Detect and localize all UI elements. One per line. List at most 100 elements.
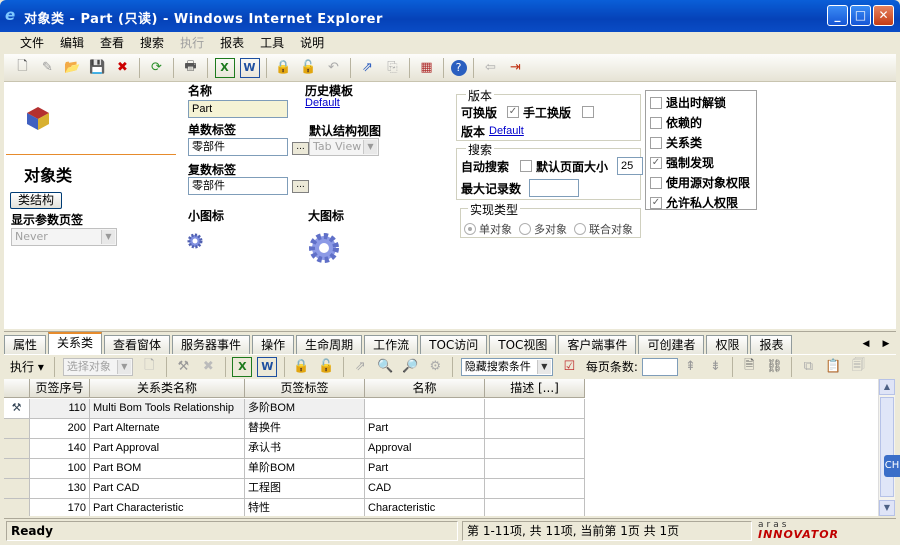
login-icon[interactable]: ⇦ [481, 58, 501, 78]
rel-word-icon[interactable]: W [257, 356, 278, 377]
pick-object-select[interactable]: 选择对象 ▼ [62, 357, 133, 376]
menu-view[interactable]: 查看 [92, 32, 132, 54]
option-unlock-on-logout[interactable]: 退出时解锁 [650, 93, 750, 113]
refresh-icon[interactable]: ⟳ [147, 58, 167, 78]
scroll-thumb[interactable] [880, 397, 894, 497]
grid-scrollbar[interactable]: ▲ ▼ [878, 379, 895, 516]
col-reltype-name[interactable]: 关系类名称 [90, 379, 245, 398]
logout-icon[interactable]: ⇥ [506, 58, 526, 78]
relationship-checkbox[interactable] [650, 137, 662, 149]
auto-search-checkbox[interactable] [520, 160, 532, 172]
col-name[interactable]: 名称 [365, 379, 485, 398]
open-icon[interactable]: 📂 [63, 58, 83, 78]
lock-icon[interactable]: 🔒 [274, 58, 294, 78]
rel-lock-icon[interactable]: 🔒 [291, 357, 311, 377]
where-used-icon[interactable]: ▦ [417, 58, 437, 78]
menu-edit[interactable]: 编辑 [52, 32, 92, 54]
scroll-up-icon[interactable]: ▲ [879, 379, 895, 395]
edit-icon[interactable]: ✎ [38, 58, 58, 78]
prev-page-icon[interactable]: ⇞ [680, 357, 700, 377]
tab-reports[interactable]: 报表 [750, 335, 793, 354]
tab-lifecycle[interactable]: 生命周期 [296, 335, 363, 354]
language-bar[interactable]: CH [884, 455, 900, 477]
tab-actions[interactable]: 操作 [252, 335, 295, 354]
dependent-checkbox[interactable] [650, 117, 662, 129]
rel-view-icon[interactable]: 🗎 [739, 357, 759, 377]
impl-multi-radio[interactable] [519, 223, 531, 235]
option-allow-private[interactable]: ✓ 允许私人权限 [650, 193, 750, 213]
tab-properties[interactable]: 属性 [4, 335, 47, 354]
tab-server-events[interactable]: 服务器事件 [172, 335, 251, 354]
excel-icon[interactable]: X [214, 57, 235, 78]
rel-excel-icon[interactable]: X [232, 356, 253, 377]
option-relationship[interactable]: 关系类 [650, 133, 750, 153]
version-icon[interactable]: ⎘ [383, 58, 403, 78]
maximize-button[interactable]: □ [850, 5, 871, 26]
menu-help[interactable]: 说明 [292, 32, 332, 54]
execute-menu[interactable]: 执行 ▾ [10, 358, 44, 375]
new-icon[interactable]: 🗋 [13, 58, 33, 78]
help-icon[interactable]: ? [450, 59, 467, 76]
rel-clear-search-icon[interactable]: 🔎 [400, 357, 420, 377]
name-field[interactable]: Part [188, 100, 288, 118]
table-row[interactable]: 130 Part CAD 工程图 CAD [4, 479, 586, 499]
default-structure-view-select[interactable]: Tab View ▼ [309, 138, 379, 156]
tab-scroll-right-icon[interactable]: ▶ [883, 339, 890, 349]
history-template-link[interactable]: Default [305, 97, 340, 109]
unlock-icon[interactable]: 🔓 [299, 58, 319, 78]
col-description[interactable]: 描述 [...] [485, 379, 585, 398]
default-page-size-field[interactable]: 25 [617, 157, 643, 175]
singular-label-ellipsis-button[interactable]: ... [292, 142, 309, 155]
table-row[interactable]: 140 Part Approval 承认书 Approval [4, 439, 586, 459]
rel-search-icon[interactable]: 🔍 [375, 357, 395, 377]
save-icon[interactable]: 💾 [88, 58, 108, 78]
use-src-access-checkbox[interactable] [650, 177, 662, 189]
rel-tools-icon[interactable]: ⚒ [173, 357, 193, 377]
tab-permissions[interactable]: 权限 [706, 335, 749, 354]
table-row[interactable]: 170 Part Characteristic 特性 Characteristi… [4, 499, 586, 516]
tab-toc-access[interactable]: TOC访问 [420, 335, 488, 354]
enforce-discovery-checkbox[interactable]: ✓ [650, 157, 662, 169]
rel-paste-special-icon[interactable]: 🗐 [848, 357, 868, 377]
versionable-checkbox[interactable]: ✓ [507, 106, 519, 118]
word-icon[interactable]: W [239, 57, 260, 78]
rel-checklist-icon[interactable]: ☑ [559, 357, 579, 377]
delete-icon[interactable]: ✖ [113, 58, 133, 78]
tab-client-events[interactable]: 客户端事件 [558, 335, 637, 354]
close-button[interactable]: ✕ [873, 5, 894, 26]
allow-private-checkbox[interactable]: ✓ [650, 197, 662, 209]
rel-paste-icon[interactable]: 📋 [823, 357, 843, 377]
menu-tools[interactable]: 工具 [252, 32, 292, 54]
tab-can-add[interactable]: 可创建者 [638, 335, 705, 354]
tab-toc-view[interactable]: TOC视图 [489, 335, 557, 354]
plural-label-ellipsis-button[interactable]: ... [292, 180, 309, 193]
menu-search[interactable]: 搜索 [132, 32, 172, 54]
menu-file[interactable]: 文件 [12, 32, 52, 54]
rel-unlock-icon[interactable]: 🔓 [316, 357, 336, 377]
manual-version-checkbox[interactable] [582, 106, 594, 118]
col-tab-order[interactable]: 页签序号 [30, 379, 90, 398]
large-gear-icon[interactable] [308, 232, 340, 264]
show-params-select[interactable]: Never ▼ [11, 228, 117, 246]
table-row[interactable]: 200 Part Alternate 替换件 Part [4, 419, 586, 439]
option-dependent[interactable]: 依赖的 [650, 113, 750, 133]
tools-icon[interactable]: ⚒ [4, 399, 30, 419]
undo-icon[interactable]: ↶ [324, 58, 344, 78]
impl-union-radio[interactable] [574, 223, 586, 235]
singular-label-field[interactable]: 零部件 [188, 138, 288, 156]
rel-search-settings-icon[interactable]: ⚙ [425, 357, 445, 377]
unlock-on-logout-checkbox[interactable] [650, 97, 662, 109]
table-row[interactable]: ⚒ 110 Multi Bom Tools Relationship 多阶BOM [4, 399, 586, 419]
tab-scroll-left-icon[interactable]: ◀ [863, 339, 870, 349]
rel-new-icon[interactable]: 🗋 [139, 357, 159, 377]
hidden-search-select[interactable]: 隐藏搜索条件 ▼ [460, 357, 553, 376]
plural-label-field[interactable]: 零部件 [188, 177, 288, 195]
minimize-button[interactable]: _ [827, 5, 848, 26]
option-use-src-access[interactable]: 使用源对象权限 [650, 173, 750, 193]
page-size-field[interactable] [641, 357, 678, 376]
rel-link-icon[interactable]: ⛓ [764, 357, 784, 377]
tab-view-form[interactable]: 查看窗体 [104, 335, 171, 354]
menu-reports[interactable]: 报表 [212, 32, 252, 54]
small-gear-icon[interactable] [187, 233, 203, 249]
rel-copy-icon[interactable]: ⧉ [798, 357, 818, 377]
